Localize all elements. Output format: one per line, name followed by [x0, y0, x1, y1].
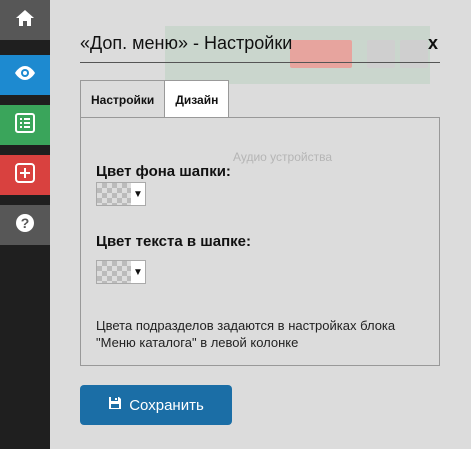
modal-title: «Доп. меню» - Настройки: [80, 33, 293, 53]
color-swatch: [97, 183, 131, 205]
chevron-down-icon: ▼: [131, 261, 145, 283]
chevron-down-icon: ▼: [131, 183, 145, 205]
add-button[interactable]: [0, 155, 50, 195]
save-button-label: Сохранить: [129, 396, 204, 414]
info-note: Цвета подразделов задаются в настройках …: [96, 318, 396, 350]
question-icon: ?: [15, 213, 35, 238]
eye-icon: [13, 65, 37, 86]
title-divider: [80, 62, 440, 63]
color-swatch: [97, 261, 131, 283]
tab-bar: Настройки Дизайн: [80, 80, 230, 118]
close-button[interactable]: x: [428, 33, 438, 54]
list-icon: [15, 112, 35, 138]
tab-settings[interactable]: Настройки: [80, 80, 166, 118]
home-icon: [15, 9, 35, 32]
list-button[interactable]: [0, 105, 50, 145]
background-trash-button: [400, 40, 428, 68]
help-button[interactable]: ?: [0, 205, 50, 245]
tab-design[interactable]: Дизайн: [164, 80, 230, 118]
header-bg-color-picker[interactable]: ▼: [96, 182, 146, 206]
svg-text:?: ?: [21, 215, 30, 231]
plus-icon: [15, 162, 35, 188]
background-upload-button: [367, 40, 395, 68]
header-text-color-picker[interactable]: ▼: [96, 260, 146, 284]
header-text-color-label: Цвет текста в шапке:: [96, 233, 251, 250]
preview-button[interactable]: [0, 55, 50, 95]
home-button[interactable]: [0, 0, 50, 40]
background-delete-button: [290, 40, 352, 68]
left-sidebar: ?: [0, 0, 50, 449]
floppy-disk-icon: [108, 396, 122, 414]
save-button[interactable]: Сохранить: [80, 385, 232, 425]
header-bg-color-label: Цвет фона шапки:: [96, 163, 231, 180]
